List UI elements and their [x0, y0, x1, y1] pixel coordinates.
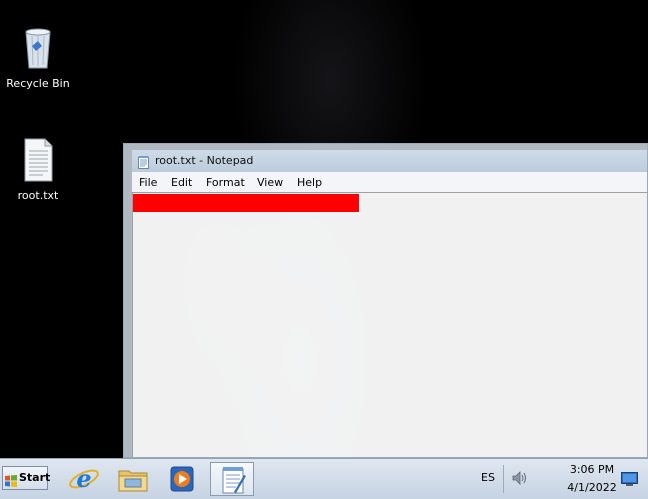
language-indicator[interactable]: ES [481, 471, 495, 484]
start-button[interactable]: Start [2, 466, 51, 490]
menu-file[interactable]: File [137, 176, 159, 189]
clock-time[interactable]: 3:06 PM [560, 463, 624, 476]
desktop-icon-label: root.txt [17, 189, 59, 202]
redacted-content [133, 194, 359, 212]
notepad-icon [138, 154, 149, 169]
text-area[interactable] [132, 192, 647, 457]
text-file-icon [0, 138, 76, 185]
volume-icon[interactable] [511, 470, 529, 486]
notepad-icon [222, 467, 246, 494]
taskbar-app-internet-explorer[interactable]: e [62, 462, 106, 496]
taskbar-app-explorer[interactable] [111, 462, 155, 496]
desktop: Recycle Bin root.txt root.txt - Notepad [0, 0, 648, 499]
internet-explorer-icon: e [69, 464, 99, 493]
window-title: root.txt - Notepad [155, 154, 254, 167]
tray-divider [503, 465, 504, 493]
file-explorer-icon [118, 470, 148, 492]
taskbar-app-media-player[interactable] [160, 462, 204, 496]
desktop-icon-root-txt[interactable]: root.txt [0, 138, 76, 202]
windows-logo-icon [5, 472, 17, 487]
show-desktop-icon[interactable] [621, 471, 638, 486]
menu-help[interactable]: Help [295, 176, 324, 189]
media-player-icon [170, 466, 194, 492]
menu-format[interactable]: Format [204, 176, 247, 189]
desktop-icon-recycle-bin[interactable]: Recycle Bin [0, 24, 76, 90]
notepad-window: root.txt - Notepad File Edit Format View… [123, 143, 648, 458]
recycle-bin-icon [0, 24, 76, 73]
menu-view[interactable]: View [255, 176, 285, 189]
desktop-icon-label: Recycle Bin [6, 77, 70, 90]
clock-date[interactable]: 4/1/2022 [560, 481, 624, 494]
menu-edit[interactable]: Edit [169, 176, 194, 189]
menu-bar: File Edit Format View Help [132, 172, 647, 192]
start-label: Start [19, 471, 51, 484]
taskbar: Start e ES 3:06 PM 4/1/2022 [0, 458, 648, 499]
taskbar-app-notepad[interactable] [210, 462, 254, 496]
svg-text:e: e [76, 464, 91, 493]
title-bar[interactable]: root.txt - Notepad [132, 150, 647, 172]
